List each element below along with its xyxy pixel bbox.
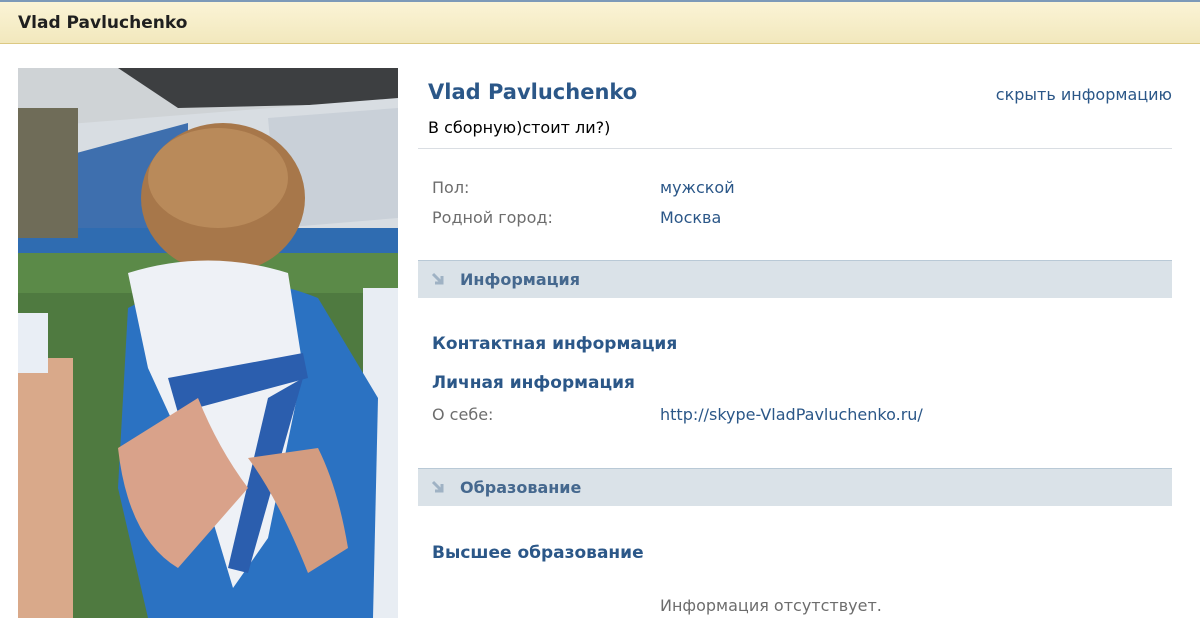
page-title: Vlad Pavluchenko [18,13,188,33]
contact-info-heading: Контактная информация [432,334,678,354]
arrow-down-right-icon [431,480,444,493]
hide-info-link[interactable]: скрыть информацию [996,85,1172,104]
hometown-label: Родной город: [432,208,553,227]
hometown-value[interactable]: Москва [660,208,721,227]
gender-label: Пол: [432,178,470,197]
personal-info-heading: Личная информация [432,373,635,393]
profile-photo-image [18,68,398,618]
education-empty-note: Информация отсутствует. [660,596,882,615]
section-education-header[interactable]: Образование [418,468,1172,506]
higher-education-heading: Высшее образование [432,543,644,563]
arrow-down-right-icon [431,272,444,285]
profile-page: Vlad Pavluchenko Vlad Pavluchenko скрыть… [0,0,1200,630]
about-label: О себе: [432,405,494,424]
section-info-header[interactable]: Информация [418,260,1172,298]
section-education-title: Образование [460,478,582,497]
page-header-bar: Vlad Pavluchenko [0,0,1200,44]
gender-value[interactable]: мужской [660,178,735,197]
profile-photo[interactable] [18,68,398,618]
profile-status: В сборную)стоит ли?) [428,118,611,137]
about-link[interactable]: http://skype-VladPavluchenko.ru/ [660,405,923,424]
divider [418,148,1172,149]
profile-name[interactable]: Vlad Pavluchenko [428,80,637,104]
section-info-title: Информация [460,270,580,289]
